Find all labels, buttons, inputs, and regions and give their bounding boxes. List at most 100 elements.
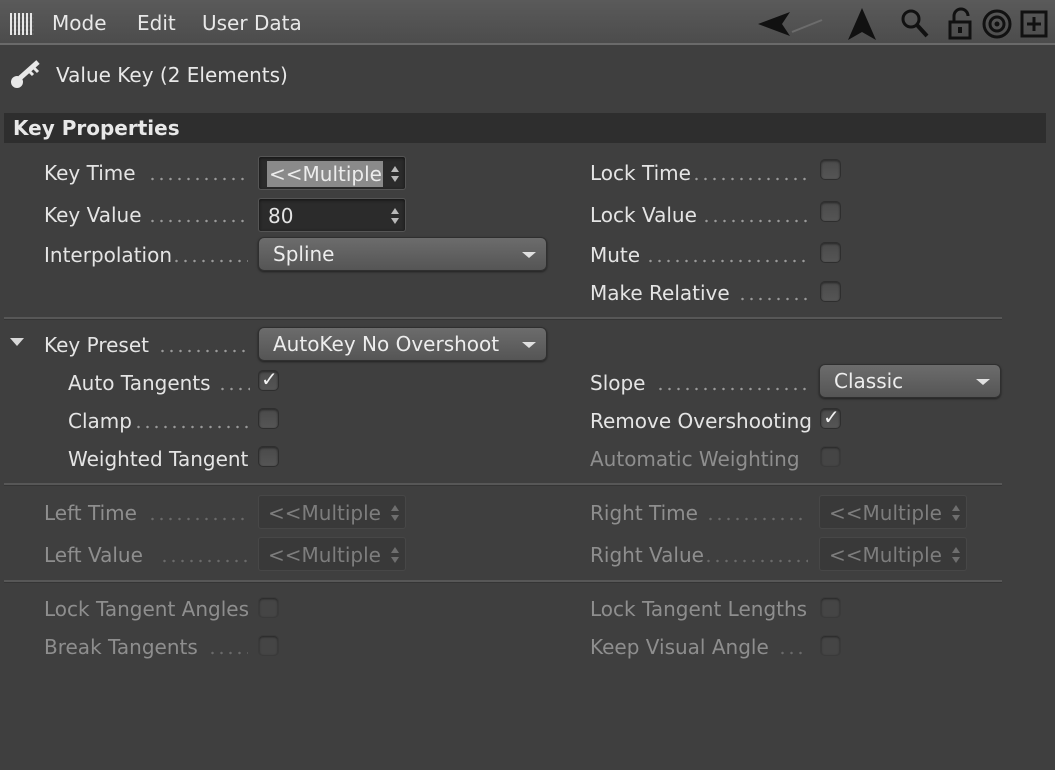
right-time-label: Right Time <box>590 501 698 525</box>
dots <box>172 259 248 263</box>
header-title: Value Key (2 Elements) <box>56 63 288 87</box>
key-preset-label: Key Preset <box>44 333 149 357</box>
clamp-checkbox[interactable] <box>258 408 279 429</box>
dots <box>158 349 248 353</box>
dots <box>706 517 808 521</box>
section-key-properties: Key Properties <box>4 113 1046 143</box>
dots <box>692 177 808 181</box>
lock-time-checkbox[interactable] <box>820 159 841 180</box>
auto-tangents-label: Auto Tangents <box>68 371 211 395</box>
checkmark-icon: ✓ <box>261 367 278 391</box>
target-icon[interactable] <box>982 6 1014 42</box>
dots <box>646 259 808 263</box>
spinner-icon[interactable] <box>952 547 960 563</box>
key-time-field[interactable]: <<Multiple Values>> <box>258 156 406 190</box>
left-value-label: Left Value <box>44 543 143 567</box>
right-value-field[interactable]: <<Multiple Values>> <box>819 537 967 571</box>
interpolation-value: Spline <box>273 242 335 266</box>
key-value-field[interactable]: 80 <box>258 198 406 232</box>
key-preset-value: AutoKey No Overshoot <box>273 332 500 356</box>
dots <box>778 651 808 655</box>
weighted-tangent-checkbox[interactable] <box>258 446 279 467</box>
key-value-value: 80 <box>268 204 294 228</box>
chevron-down-icon <box>976 379 990 385</box>
make-relative-label: Make Relative <box>590 281 730 305</box>
make-relative-checkbox[interactable] <box>820 281 841 302</box>
dots <box>148 177 248 181</box>
lock-tangent-lengths-checkbox[interactable] <box>820 597 841 618</box>
mute-label: Mute <box>590 243 641 267</box>
left-time-value: <<Multiple Values>> <box>268 501 380 525</box>
spinner-icon[interactable] <box>391 505 399 521</box>
spinner-icon[interactable] <box>952 505 960 521</box>
interpolation-label: Interpolation <box>44 243 172 267</box>
dots <box>704 559 808 563</box>
break-tangents-checkbox[interactable] <box>258 635 279 656</box>
dots <box>134 425 250 429</box>
dots <box>218 387 250 391</box>
dots <box>656 387 808 391</box>
lock-value-checkbox[interactable] <box>820 201 841 222</box>
menu-edit[interactable]: Edit <box>137 11 176 35</box>
chevron-down-icon <box>522 342 536 348</box>
break-tangents-label: Break Tangents <box>44 635 198 659</box>
clamp-label: Clamp <box>68 409 132 433</box>
lock-tangent-angles-checkbox[interactable] <box>258 597 279 618</box>
slope-label: Slope <box>590 371 646 395</box>
key-value-label: Key Value <box>44 203 142 227</box>
menu-mode[interactable]: Mode <box>52 11 107 35</box>
dots <box>148 219 248 223</box>
automatic-weighting-label: Automatic Weighting <box>590 447 800 471</box>
spinner-icon[interactable] <box>391 547 399 563</box>
lock-tangent-angles-label: Lock Tangent Angles <box>44 597 250 621</box>
left-time-field[interactable]: <<Multiple Values>> <box>258 495 406 529</box>
checkmark-icon: ✓ <box>823 405 840 429</box>
divider <box>4 483 1002 486</box>
key-time-value: <<Multiple Values>> <box>267 161 383 187</box>
menu-user-data[interactable]: User Data <box>202 11 302 35</box>
section-title: Key Properties <box>13 116 180 140</box>
unlock-icon[interactable] <box>946 6 976 42</box>
search-icon[interactable] <box>900 6 930 42</box>
new-panel-icon[interactable] <box>1020 6 1050 42</box>
keep-visual-angle-checkbox[interactable] <box>820 635 841 656</box>
dots <box>738 297 808 301</box>
dots <box>148 517 248 521</box>
grid-menu-icon[interactable] <box>10 13 34 35</box>
dots <box>160 559 248 563</box>
up-arrow-icon[interactable] <box>844 6 880 42</box>
collapse-triangle-icon[interactable] <box>10 338 24 346</box>
remove-overshooting-checkbox[interactable]: ✓ <box>820 405 841 429</box>
menubar: Mode Edit User Data <box>0 0 1055 45</box>
auto-tangents-checkbox[interactable]: ✓ <box>258 367 279 391</box>
interpolation-dropdown[interactable]: Spline <box>258 237 547 271</box>
left-value-value: <<Multiple Values>> <box>268 543 380 567</box>
spinner-icon[interactable] <box>391 166 399 182</box>
weighted-tangent-label: Weighted Tangent <box>68 447 249 471</box>
keep-visual-angle-label: Keep Visual Angle <box>590 635 769 659</box>
divider <box>4 317 1002 320</box>
right-value-label: Right Value <box>590 543 704 567</box>
automatic-weighting-checkbox[interactable] <box>820 446 841 467</box>
divider <box>4 580 1002 583</box>
dots <box>208 651 248 655</box>
key-preset-dropdown[interactable]: AutoKey No Overshoot <box>258 327 547 361</box>
key-icon <box>11 60 40 88</box>
slope-dropdown[interactable]: Classic <box>819 364 1001 398</box>
spinner-icon[interactable] <box>391 208 399 224</box>
right-value-value: <<Multiple Values>> <box>829 543 941 567</box>
chevron-down-icon <box>522 252 536 258</box>
left-value-field[interactable]: <<Multiple Values>> <box>258 537 406 571</box>
remove-overshooting-label: Remove Overshooting <box>590 409 812 433</box>
left-time-label: Left Time <box>44 501 137 525</box>
right-time-value: <<Multiple Values>> <box>829 501 941 525</box>
lock-time-label: Lock Time <box>590 161 691 185</box>
lock-tangent-lengths-label: Lock Tangent Lengths <box>590 597 808 621</box>
slope-value: Classic <box>834 369 904 393</box>
key-time-label: Key Time <box>44 161 136 185</box>
back-arrow-icon[interactable] <box>756 6 826 42</box>
mute-checkbox[interactable] <box>820 242 841 263</box>
right-time-field[interactable]: <<Multiple Values>> <box>819 495 967 529</box>
lock-value-label: Lock Value <box>590 203 697 227</box>
dots <box>702 219 808 223</box>
